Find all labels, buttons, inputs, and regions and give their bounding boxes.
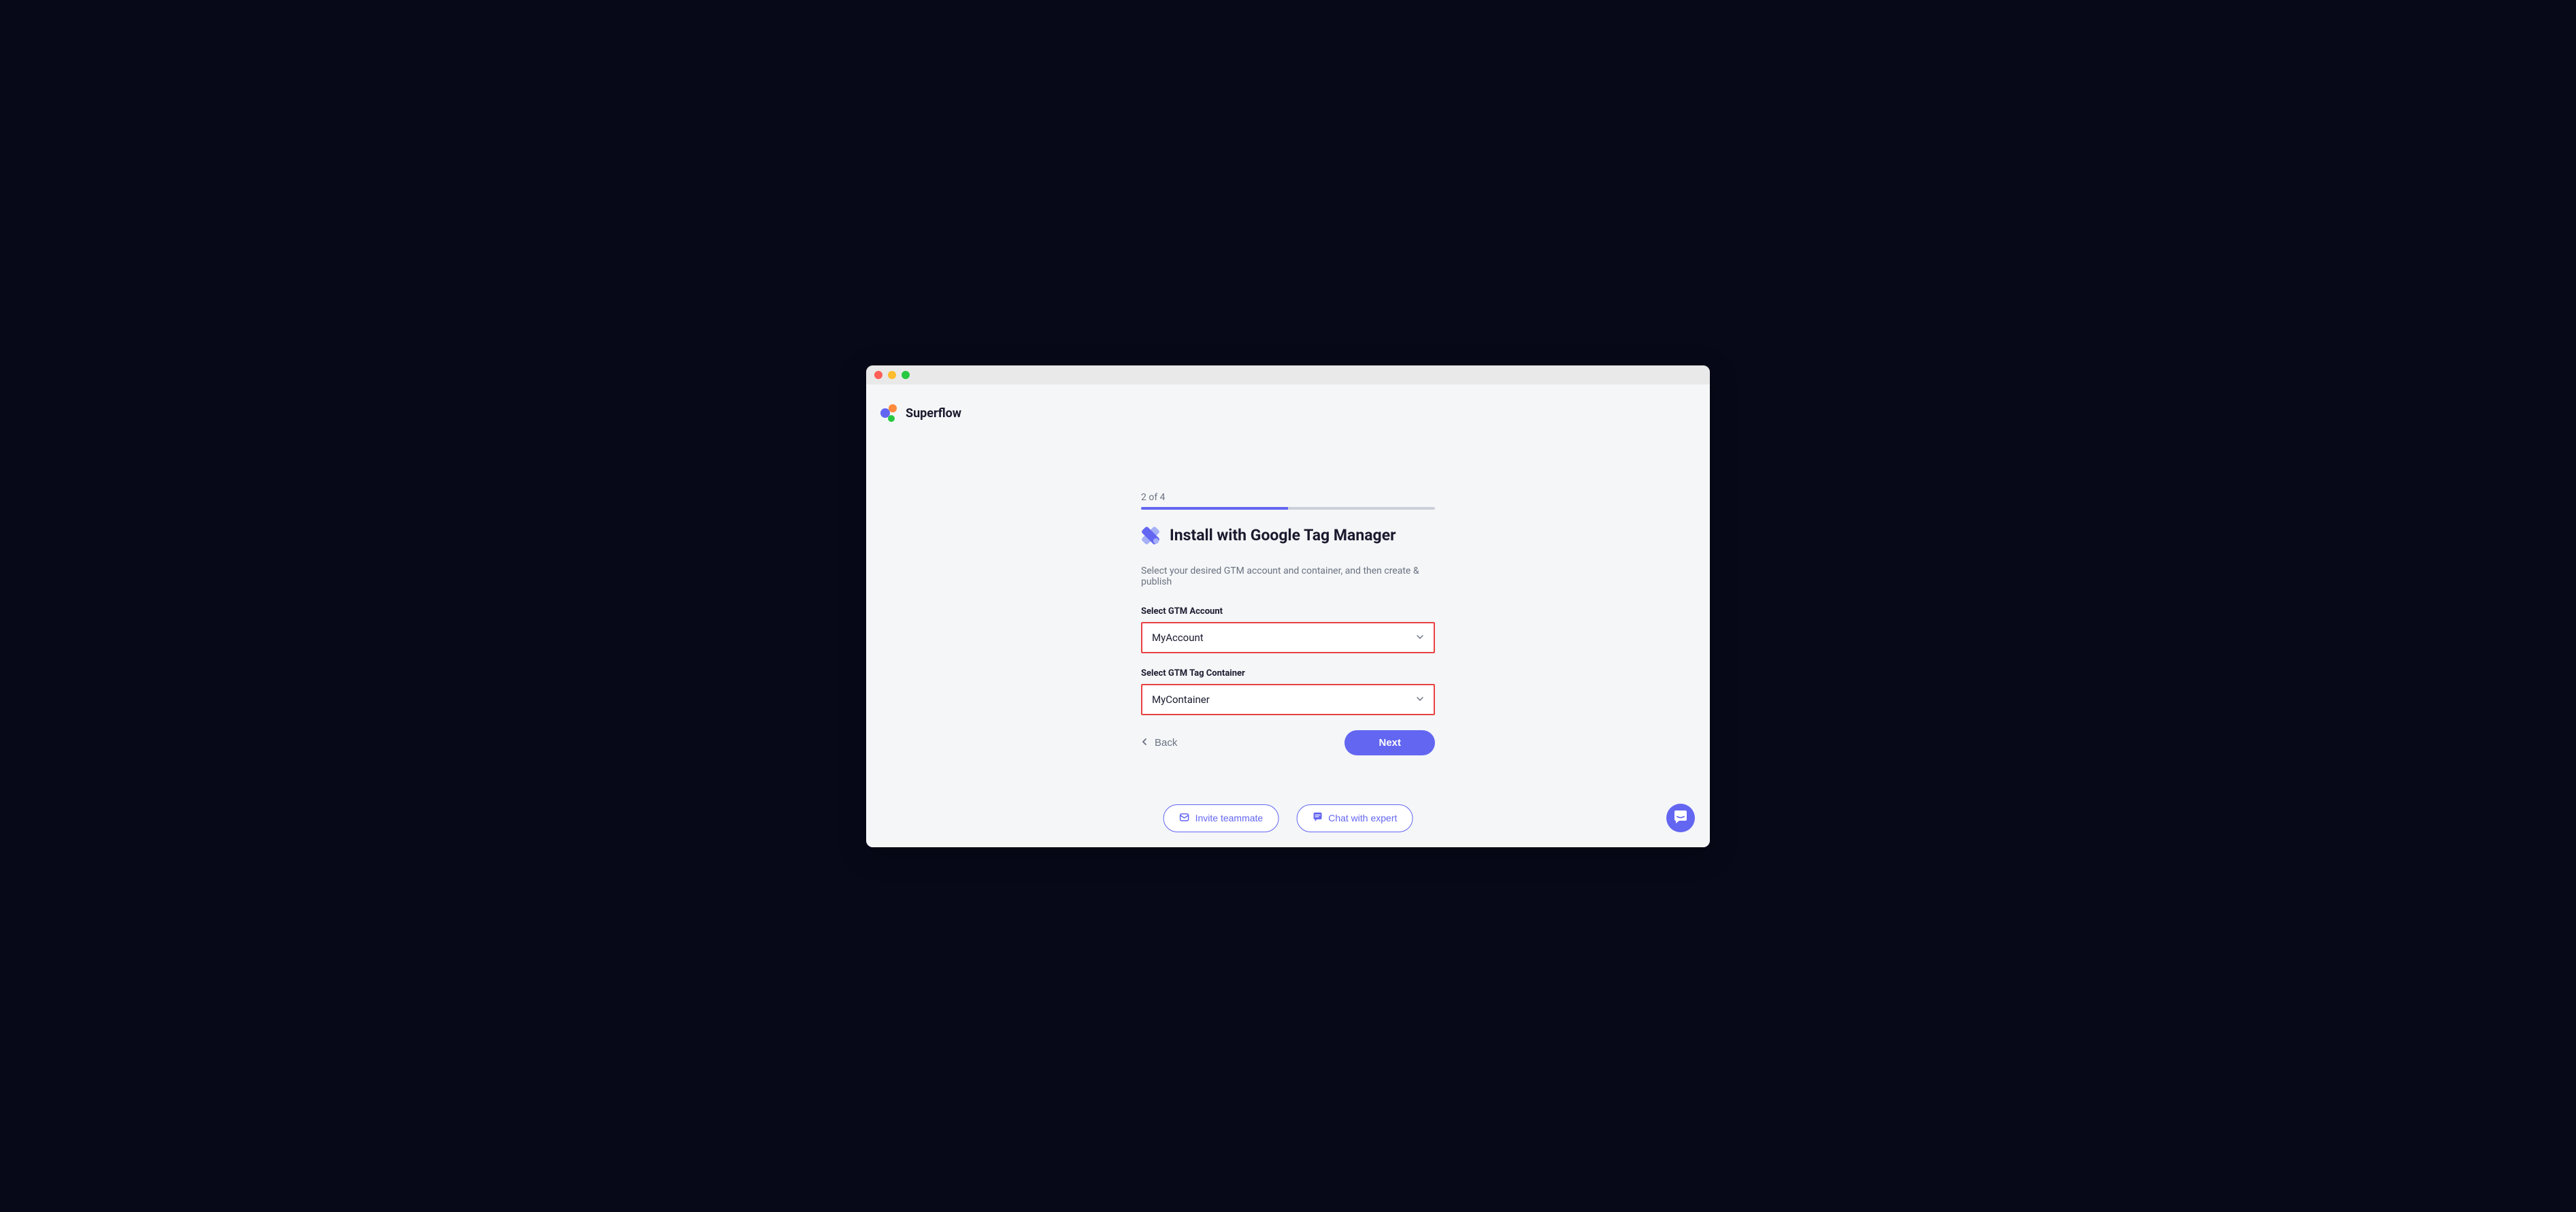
app-content: Superflow 2 of 4 Install with Google Tag… — [866, 384, 1710, 847]
chat-widget-button[interactable] — [1666, 804, 1695, 832]
browser-titlebar — [866, 365, 1710, 384]
browser-window: Superflow 2 of 4 Install with Google Tag… — [866, 365, 1710, 847]
chevron-down-icon — [1416, 693, 1424, 706]
gtm-icon — [1141, 526, 1160, 545]
window-maximize-button[interactable] — [902, 371, 910, 379]
next-button[interactable]: Next — [1344, 730, 1435, 755]
page-title: Install with Google Tag Manager — [1170, 526, 1396, 544]
chat-icon — [1312, 812, 1323, 825]
back-label: Back — [1155, 737, 1177, 749]
chevron-down-icon — [1416, 632, 1424, 644]
gtm-container-value: MyContainer — [1152, 693, 1210, 706]
gtm-account-field: Select GTM Account MyAccount — [1141, 606, 1435, 653]
progress-bar — [1141, 507, 1435, 510]
invite-label: Invite teammate — [1195, 813, 1264, 823]
logo-icon — [880, 404, 900, 424]
next-label: Next — [1378, 737, 1401, 749]
window-minimize-button[interactable] — [888, 371, 896, 379]
page-description: Select your desired GTM account and cont… — [1141, 566, 1435, 587]
progress-fill — [1141, 507, 1288, 510]
gtm-account-label: Select GTM Account — [1141, 606, 1435, 617]
chat-with-expert-button[interactable]: Chat with expert — [1296, 804, 1413, 832]
mail-icon — [1179, 812, 1190, 825]
intercom-icon — [1673, 809, 1688, 827]
invite-teammate-button[interactable]: Invite teammate — [1163, 804, 1279, 832]
gtm-container-field: Select GTM Tag Container MyContainer — [1141, 668, 1435, 715]
window-close-button[interactable] — [874, 371, 882, 379]
chevron-left-icon — [1141, 737, 1148, 749]
brand-logo: Superflow — [880, 404, 1696, 424]
footer-actions: Invite teammate Chat with expert — [1163, 804, 1413, 832]
gtm-container-select[interactable]: MyContainer — [1141, 684, 1435, 715]
page-title-row: Install with Google Tag Manager — [1141, 526, 1435, 545]
step-indicator: 2 of 4 — [1141, 492, 1435, 503]
wizard-panel: 2 of 4 Install with Google Tag Manager S… — [1141, 492, 1435, 755]
gtm-container-label: Select GTM Tag Container — [1141, 668, 1435, 678]
chat-label: Chat with expert — [1328, 813, 1397, 823]
brand-name: Superflow — [906, 406, 961, 421]
back-button[interactable]: Back — [1141, 737, 1177, 749]
gtm-account-value: MyAccount — [1152, 632, 1204, 644]
wizard-nav: Back Next — [1141, 730, 1435, 755]
gtm-account-select[interactable]: MyAccount — [1141, 622, 1435, 653]
